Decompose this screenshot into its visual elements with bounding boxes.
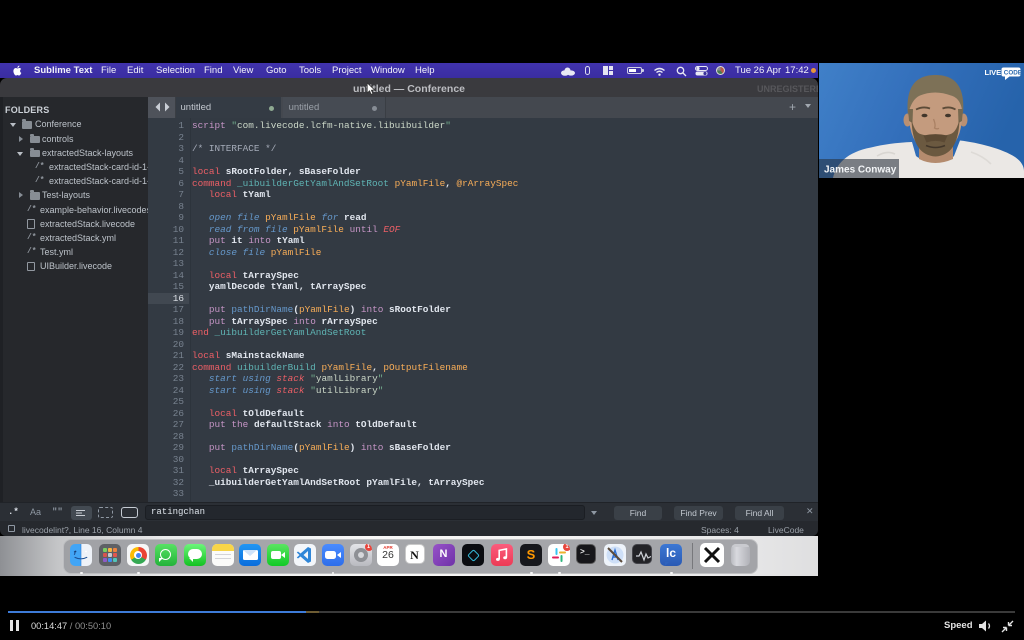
svg-text:LIVE: LIVE xyxy=(985,68,1002,77)
svg-text:James Conway: James Conway xyxy=(824,165,897,176)
svg-text:CODE: CODE xyxy=(1004,69,1022,76)
